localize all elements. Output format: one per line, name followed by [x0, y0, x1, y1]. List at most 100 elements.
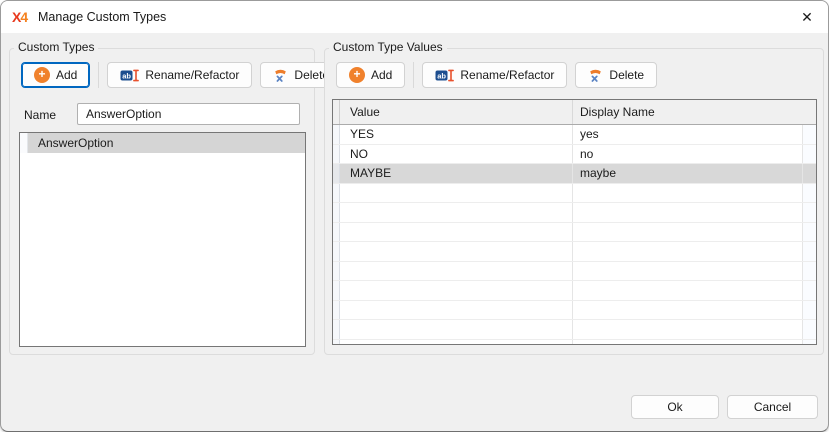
cell-value [340, 242, 572, 261]
add-icon: + [349, 67, 365, 83]
custom-type-values-group-title: Custom Type Values [329, 40, 447, 54]
rename-icon: ab [120, 68, 139, 83]
cancel-button[interactable]: Cancel [727, 395, 818, 419]
cell-value: YES [340, 125, 572, 144]
row-header-strip [333, 223, 340, 242]
values-table-body: YESyesNOnoMAYBEmaybe [333, 125, 816, 345]
custom-types-group-title: Custom Types [14, 40, 98, 54]
rename-icon: ab [435, 68, 454, 83]
titlebar: X4 Manage Custom Types ✕ [1, 1, 828, 33]
filler-cell [802, 340, 816, 346]
column-header-display-name[interactable]: Display Name [572, 100, 816, 124]
cell-display-name [572, 223, 802, 242]
cell-display-name [572, 301, 802, 320]
svg-text:ab: ab [123, 71, 132, 80]
cell-value [340, 184, 572, 203]
cell-value [340, 301, 572, 320]
cell-value [340, 203, 572, 222]
cell-value [340, 320, 572, 339]
cell-display-name [572, 184, 802, 203]
cell-display-name [572, 242, 802, 261]
manage-custom-types-dialog: X4 Manage Custom Types ✕ Custom Types + … [0, 0, 829, 432]
cell-display-name: maybe [572, 164, 802, 183]
toolbar-separator [98, 62, 99, 88]
filler-cell [802, 145, 816, 164]
row-header-strip [333, 320, 340, 339]
table-row[interactable]: NOno [333, 145, 816, 165]
filler-cell [802, 203, 816, 222]
table-row[interactable]: MAYBEmaybe [333, 164, 816, 184]
filler-cell [802, 262, 816, 281]
values-table: Value Display Name YESyesNOnoMAYBEmaybe [332, 99, 817, 345]
row-header-strip [333, 203, 340, 222]
cell-value [340, 223, 572, 242]
table-row-empty[interactable] [333, 301, 816, 321]
column-header-value[interactable]: Value [340, 100, 572, 124]
rename-type-button[interactable]: ab Rename/Refactor [107, 62, 252, 88]
cell-value: MAYBE [340, 164, 572, 183]
table-row[interactable]: YESyes [333, 125, 816, 145]
row-header-strip [20, 133, 28, 153]
list-item[interactable]: AnswerOption [20, 133, 305, 153]
filler-cell [802, 164, 816, 183]
delete-icon [588, 67, 603, 83]
add-value-button[interactable]: + Add [336, 62, 405, 88]
list-item-label: AnswerOption [28, 133, 305, 153]
add-button-label: Add [56, 68, 77, 82]
close-icon[interactable]: ✕ [793, 5, 821, 29]
table-row-empty[interactable] [333, 223, 816, 243]
delete-icon [273, 67, 288, 83]
filler-cell [802, 184, 816, 203]
cell-display-name [572, 262, 802, 281]
filler-cell [802, 223, 816, 242]
custom-type-values-groupbox: Custom Type Values + Add ab Rename/Refac… [324, 48, 824, 355]
toolbar-separator [413, 62, 414, 88]
values-table-header: Value Display Name [333, 100, 816, 125]
row-header-strip [333, 242, 340, 261]
table-row-empty[interactable] [333, 242, 816, 262]
custom-types-groupbox: Custom Types + Add ab Rename/Refactor [9, 48, 315, 355]
cell-value [340, 340, 572, 346]
filler-cell [802, 281, 816, 300]
add-type-button[interactable]: + Add [21, 62, 90, 88]
table-row-empty[interactable] [333, 184, 816, 204]
delete-value-button[interactable]: Delete [575, 62, 657, 88]
table-row-empty[interactable] [333, 262, 816, 282]
table-row-empty[interactable] [333, 203, 816, 223]
row-header-strip [333, 184, 340, 203]
filler-cell [802, 242, 816, 261]
window-title: Manage Custom Types [38, 1, 166, 33]
svg-text:ab: ab [438, 71, 447, 80]
filler-cell [802, 320, 816, 339]
delete-button-label: Delete [609, 68, 644, 82]
custom-types-list[interactable]: AnswerOption [19, 132, 306, 347]
row-header-strip [333, 125, 340, 144]
table-row-empty[interactable] [333, 340, 816, 346]
cell-value: NO [340, 145, 572, 164]
row-header-strip [333, 340, 340, 346]
rename-button-label: Rename/Refactor [460, 68, 554, 82]
ok-button[interactable]: Ok [631, 395, 719, 419]
cell-display-name [572, 320, 802, 339]
cell-value [340, 281, 572, 300]
table-row-empty[interactable] [333, 281, 816, 301]
row-header-strip [333, 164, 340, 183]
rename-button-label: Rename/Refactor [145, 68, 239, 82]
x4-logo-icon: X4 [12, 1, 27, 33]
cell-display-name: yes [572, 125, 802, 144]
table-row-empty[interactable] [333, 320, 816, 340]
cell-display-name [572, 340, 802, 346]
row-header-strip [333, 145, 340, 164]
filler-cell [802, 125, 816, 144]
rename-value-button[interactable]: ab Rename/Refactor [422, 62, 567, 88]
filler-cell [802, 301, 816, 320]
name-label: Name [24, 108, 56, 122]
custom-type-values-toolbar: + Add ab Rename/Refactor Delete [336, 62, 657, 88]
cell-value [340, 262, 572, 281]
row-header-strip [333, 262, 340, 281]
cell-display-name [572, 281, 802, 300]
row-header-strip [333, 301, 340, 320]
custom-types-toolbar: + Add ab Rename/Refactor Delete [21, 62, 342, 88]
name-input[interactable] [77, 103, 300, 125]
add-icon: + [34, 67, 50, 83]
